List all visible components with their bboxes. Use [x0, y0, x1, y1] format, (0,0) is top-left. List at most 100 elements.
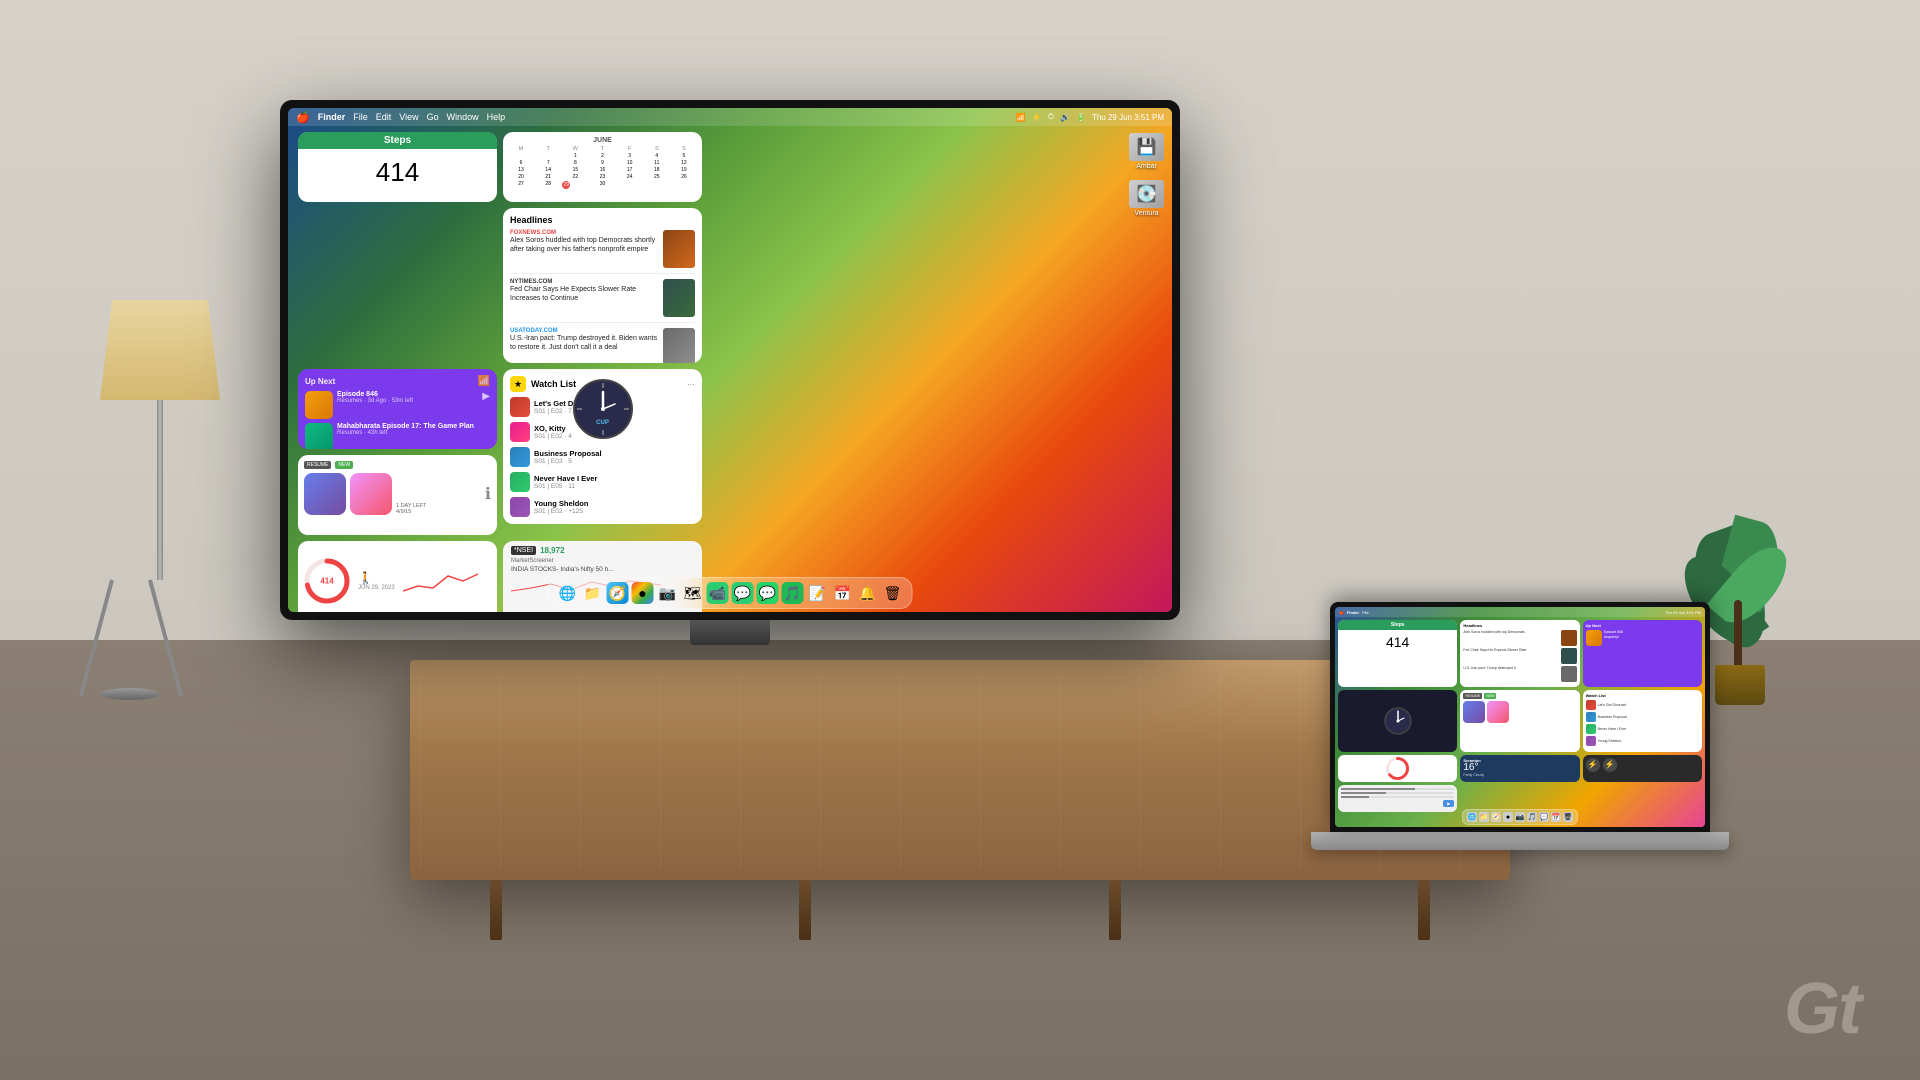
lamp-shade	[100, 300, 220, 400]
news-image-3	[663, 328, 695, 363]
laptop-bt-widget: ⚡ ⚡	[1583, 755, 1702, 782]
laptop-media-widget: ▶	[1338, 785, 1457, 812]
laptop-bt-1[interactable]: ⚡	[1586, 758, 1600, 772]
dock-spotify[interactable]: 🎵	[782, 582, 804, 604]
dock-calendar[interactable]: 📅	[832, 582, 854, 604]
fitness-ring: 414	[304, 558, 350, 604]
ldock-photos[interactable]: 📷	[1515, 812, 1525, 822]
ldock-spotify[interactable]: 🎵	[1527, 812, 1537, 822]
wl-title-3: Business Proposal	[534, 449, 602, 458]
leg-2	[799, 880, 811, 940]
cal-month: JUNE	[508, 137, 697, 144]
laptop-wl-1: Let's Get Divorced	[1586, 700, 1699, 710]
dock-safari[interactable]: 🧭	[607, 582, 629, 604]
game-label-2: 4/9/15	[396, 509, 481, 515]
stock-value: 18,972	[540, 546, 564, 555]
laptop-upnext-widget: Up Next Episode 846Jeopardy!	[1583, 620, 1702, 687]
ldock-siri[interactable]: 🌐	[1467, 812, 1477, 822]
laptop-wl-thumb-3	[1586, 724, 1596, 734]
bt-icon: ⚡	[1032, 113, 1042, 122]
ambar-icon: 💾	[1137, 137, 1157, 157]
wl-title-2: XO, Kitty	[534, 424, 572, 433]
tv-stand	[690, 620, 770, 645]
dock-siri[interactable]: 🌐	[557, 582, 579, 604]
wl-thumb-3	[510, 447, 530, 467]
upnext-play-icon[interactable]: ▶	[482, 391, 490, 419]
game-thumb-1	[304, 473, 346, 515]
games-more-icon[interactable]: ℹ	[485, 484, 491, 504]
wl-item-3: Business Proposal S01 | E03 · 5	[510, 447, 695, 467]
plant-pot	[1715, 665, 1765, 705]
laptop-menu-item: File	[1362, 610, 1368, 615]
headlines-title: Headlines	[510, 215, 695, 225]
watchlist-options-icon[interactable]: ⋯	[687, 380, 695, 389]
menu-edit[interactable]: Edit	[376, 112, 392, 122]
ldock-calendar[interactable]: 📅	[1551, 812, 1561, 822]
menu-finder[interactable]: Finder	[318, 112, 346, 122]
dock-messages[interactable]: 💬	[732, 582, 754, 604]
wl-ep-2: S01 | E02 · 4	[534, 433, 572, 440]
wl-item-4: Never Have I Ever S01 | E05 · 11	[510, 472, 695, 492]
laptop-wl-text-3: Never Have I Ever	[1598, 727, 1627, 731]
fitness-date: JUN 29, 2023	[358, 585, 395, 591]
laptop-time: Thu 29 Jun 3:51 PM	[1665, 610, 1701, 615]
dock-trash[interactable]: 🗑	[882, 582, 904, 604]
laptop-macos: 🍎 Finder File Thu 29 Jun 3:51 PM Steps 4…	[1335, 607, 1705, 827]
news-text-3: U.S.-Iran pact: Trump destroyed it. Bide…	[510, 334, 659, 352]
time-machine-icon: ⏱	[1048, 112, 1054, 122]
dock-reminders[interactable]: 🔔	[857, 582, 879, 604]
laptop-upnext-thumb	[1586, 630, 1602, 646]
menu-file[interactable]: File	[353, 112, 368, 122]
dock-finder[interactable]: 📁	[582, 582, 604, 604]
leg-4	[1418, 880, 1430, 940]
stock-ticker: *NSEI	[511, 546, 536, 555]
menu-view[interactable]: View	[399, 112, 418, 122]
big-tv: 🍎 Finder File Edit View Go Window Help 📶…	[280, 100, 1180, 620]
wl-ep-3: S01 | E03 · 5	[534, 458, 602, 465]
dock-whatsapp[interactable]: 💬	[757, 582, 779, 604]
laptop-weather-desc: Partly Cloudy	[1463, 773, 1576, 777]
ldock-messages[interactable]: 💬	[1539, 812, 1549, 822]
desktop-icon-ventura[interactable]: 💽 Ventura	[1129, 180, 1164, 217]
news-image-1	[663, 230, 695, 268]
ldock-safari[interactable]: 🧭	[1491, 812, 1501, 822]
laptop-bt-2[interactable]: ⚡	[1603, 758, 1617, 772]
stock-sub: INDIA STOCKS- India's Nifty 50 h...	[511, 566, 694, 573]
menu-help[interactable]: Help	[487, 112, 506, 122]
ldock-chrome[interactable]: ●	[1503, 812, 1513, 822]
laptop-menubar: 🍎 Finder File Thu 29 Jun 3:51 PM	[1335, 607, 1705, 617]
laptop-menu-finder: Finder	[1347, 610, 1359, 615]
laptop-wl-text-4: Young Sheldon	[1598, 739, 1622, 743]
desktop-icon-ambar[interactable]: 💾 Ambar	[1129, 133, 1164, 170]
stock-label: MarketScreener	[511, 558, 694, 564]
laptop-upnext-label: Up Next	[1586, 623, 1699, 628]
dock-maps[interactable]: 🗺	[682, 582, 704, 604]
steps-count: 414	[376, 157, 419, 188]
laptop-keyboard	[1311, 832, 1729, 850]
laptop-steps-widget: Steps 414	[1338, 620, 1457, 687]
menu-go[interactable]: Go	[427, 112, 439, 122]
news-item-1: FOXNEWS.COM Alex Soros huddled with top …	[510, 230, 695, 274]
wl-thumb-1	[510, 397, 530, 417]
laptop-news-img-2	[1561, 648, 1577, 664]
dock-notes[interactable]: 📝	[807, 582, 829, 604]
laptop-play-btn[interactable]: ▶	[1443, 800, 1454, 807]
menu-window[interactable]: Window	[447, 112, 479, 122]
lamp-pole	[157, 400, 163, 580]
gt-watermark: Gt	[1784, 968, 1860, 1050]
laptop-wl-4: Young Sheldon	[1586, 736, 1699, 746]
dock-photos[interactable]: 📷	[657, 582, 679, 604]
ventura-label: Ventura	[1134, 210, 1158, 217]
leg-3	[1109, 880, 1121, 940]
ldock-finder[interactable]: 📁	[1479, 812, 1489, 822]
steps-header: Steps	[298, 132, 497, 149]
upnext-thumb-2	[305, 423, 333, 449]
news-image-2	[663, 279, 695, 317]
dock-chrome[interactable]: ●	[632, 582, 654, 604]
sound-icon: 🔊	[1060, 113, 1070, 122]
calendar-widget: JUNE M T W T F S S 1 2 3	[503, 132, 702, 202]
dock-facetime[interactable]: 📹	[707, 582, 729, 604]
upnext-time-1: Resumes · 3d Ago · 53m left	[337, 398, 413, 404]
widget-area: Steps 414 JUNE M T W T F S S	[296, 130, 704, 590]
ldock-trash[interactable]: 🗑	[1563, 812, 1573, 822]
